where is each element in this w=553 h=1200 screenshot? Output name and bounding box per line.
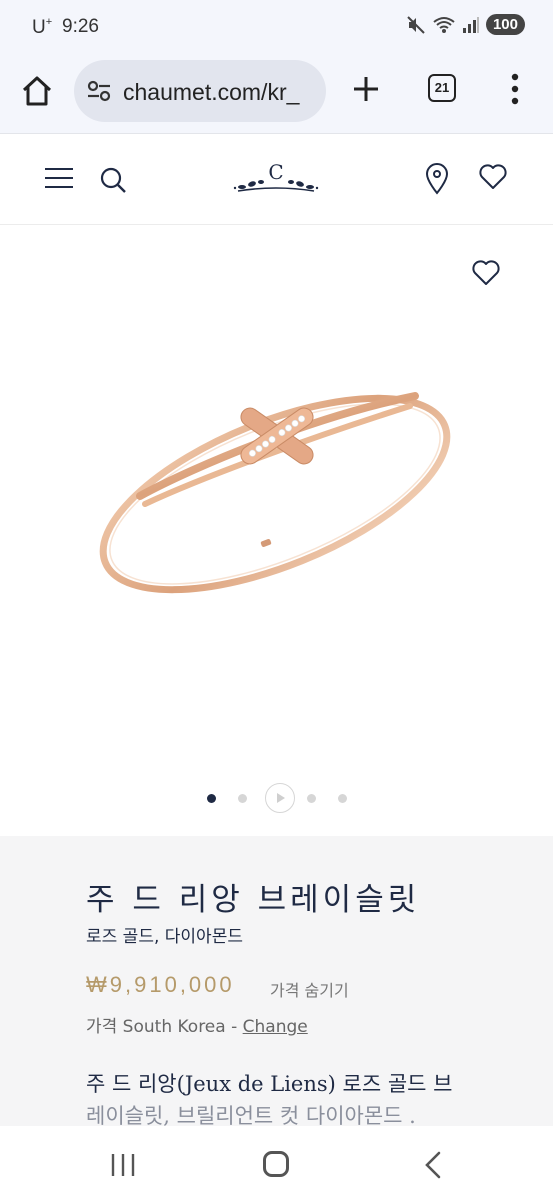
product-price: ₩9,910,000 (86, 972, 235, 997)
product-gallery[interactable] (0, 226, 553, 836)
site-settings-icon[interactable] (86, 78, 112, 104)
home-icon[interactable] (18, 72, 56, 110)
home-button-icon[interactable] (263, 1151, 289, 1177)
chaumet-logo[interactable]: C (230, 157, 322, 201)
clock: 9:26 (62, 16, 99, 37)
add-to-wishlist-icon[interactable] (471, 259, 501, 287)
new-tab-icon[interactable] (350, 73, 382, 105)
store-locator-icon[interactable] (424, 163, 450, 195)
price-country: 가격 South Korea - Change (86, 1012, 308, 1037)
battery-badge: 100 (485, 14, 525, 35)
slide-dot-1[interactable] (207, 794, 216, 803)
status-icons: 100 (406, 14, 525, 35)
address-bar[interactable]: chaumet.com/kr_ (74, 60, 326, 122)
status-bar: U+ 9:26 100 (0, 0, 553, 56)
product-material: 로즈 골드, 다이아몬드 (86, 927, 243, 947)
product-image (99, 392, 451, 594)
signal-icon (462, 16, 479, 33)
tab-switcher-button[interactable]: 21 (428, 74, 456, 102)
mute-icon (407, 15, 425, 34)
site-header: C (0, 135, 553, 225)
recent-apps-icon[interactable] (108, 1152, 138, 1178)
system-nav-bar (0, 1126, 553, 1200)
slide-dot-4[interactable] (338, 794, 347, 803)
play-icon (277, 793, 285, 803)
wifi-icon (433, 16, 455, 33)
logo-letter: C (268, 160, 283, 184)
description-line: 주 드 리앙(Jeux de Liens) 로즈 골드 브 (86, 1072, 453, 1096)
price-country-label: 가격 South Korea - (86, 1017, 243, 1037)
back-icon[interactable] (422, 1150, 444, 1180)
carrier-label: U+ (32, 16, 53, 38)
product-info: 주 드 리앙 브레이슬릿 로즈 골드, 다이아몬드 ₩9,910,000 가격 … (0, 836, 553, 1128)
menu-icon[interactable] (44, 167, 74, 189)
play-video-button[interactable] (265, 783, 295, 813)
search-icon[interactable] (98, 165, 128, 195)
slide-dot-3[interactable] (307, 794, 316, 803)
change-country-link[interactable]: Change (243, 1017, 308, 1037)
wishlist-icon[interactable] (478, 163, 508, 191)
browser-toolbar: chaumet.com/kr_ 21 (0, 56, 553, 134)
slide-dot-2[interactable] (238, 794, 247, 803)
hide-price-toggle[interactable]: 가격 숨기기 (270, 977, 349, 1001)
product-title: 주 드 리앙 브레이슬릿 (86, 882, 421, 918)
product-description: 주 드 리앙(Jeux de Liens) 로즈 골드 브 레이슬릿, 브릴리언… (86, 1068, 486, 1132)
gallery-pagination (0, 782, 553, 814)
url-text: chaumet.com/kr_ (123, 79, 300, 105)
more-icon[interactable] (505, 72, 525, 106)
